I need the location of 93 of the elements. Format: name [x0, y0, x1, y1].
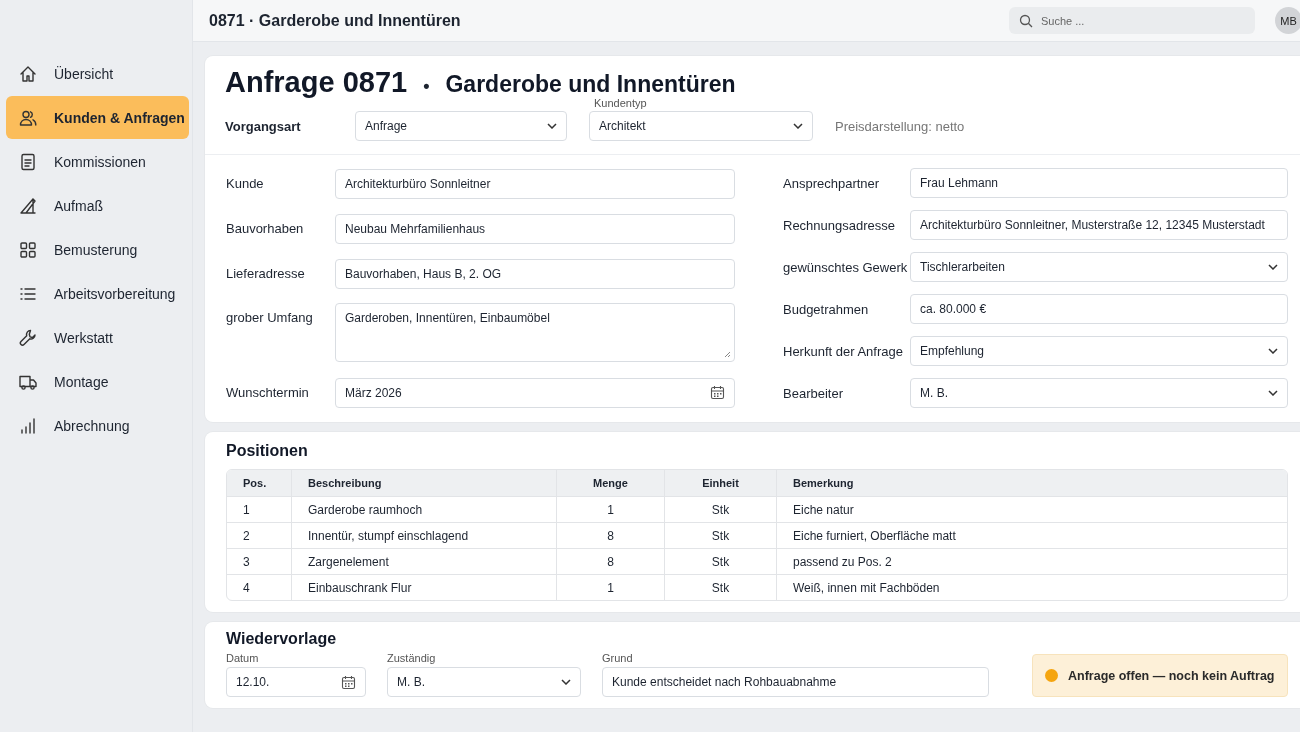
nav-item[interactable]: Abrechnung — [6, 404, 189, 448]
dropdown[interactable]: Empfehlung — [910, 336, 1288, 366]
table-cell: 4 — [227, 574, 291, 600]
table-cell: Garderobe raumhoch — [291, 496, 556, 522]
field-label: Herkunft der Anfrage — [783, 343, 904, 359]
chevron-icon — [1268, 348, 1278, 354]
resize-grip-icon[interactable] — [724, 351, 731, 358]
table-cell: Weiß, innen mit Fachböden — [776, 574, 1287, 600]
search-icon — [1019, 13, 1033, 28]
table-cell: 1 — [556, 496, 664, 522]
input-field[interactable]: Architekturbüro Sonnleitner, Musterstraße 12, 12345 Musterstadt — [910, 210, 1288, 240]
grid-icon — [18, 240, 38, 260]
nav-item[interactable]: Arbeitsvorbereitung — [6, 272, 189, 316]
page-title: 0871 · Garderobe und Innentüren — [209, 11, 462, 30]
column-header: Einheit — [664, 470, 776, 496]
input-field[interactable]: Frau Lehmann — [910, 168, 1288, 198]
field-label: Zuständig — [387, 652, 437, 664]
dropdown[interactable]: M. B. — [910, 378, 1288, 408]
field-label: grober Umfang — [226, 309, 314, 325]
column-header: Menge — [556, 470, 664, 496]
nav-item[interactable]: Aufmaß — [6, 184, 189, 228]
table-cell: Stk — [664, 496, 776, 522]
table-cell: 3 — [227, 548, 291, 574]
input-field[interactable]: Neubau Mehrfamilienhaus — [335, 213, 735, 244]
table-cell: 8 — [556, 522, 664, 548]
calendar-icon — [710, 385, 725, 400]
section-title: Positionen — [226, 442, 309, 460]
table-cell: Zargenelement — [291, 548, 556, 574]
angle-icon — [18, 196, 38, 216]
table-cell: 1 — [227, 496, 291, 522]
chevron-icon — [1268, 390, 1278, 396]
document-icon — [18, 152, 38, 172]
dropdown[interactable]: Tischlerarbeiten — [910, 252, 1288, 282]
date-field[interactable]: 12.10. — [226, 667, 366, 697]
nav-item[interactable]: Kommissionen — [6, 140, 189, 184]
dropdown[interactable]: M. B. — [387, 667, 581, 697]
field-label: Bearbeiter — [783, 385, 844, 401]
table-cell: Eiche natur — [776, 496, 1287, 522]
table-cell: Einbauschrank Flur — [291, 574, 556, 600]
table-cell: Stk — [664, 522, 776, 548]
title-separator: • — [423, 76, 430, 97]
table-cell: Innentür, stumpf einschlagend — [291, 522, 556, 548]
nav-item[interactable]: Werkstatt — [6, 316, 189, 360]
field-label: gewünschtes Gewerk — [783, 259, 909, 275]
table-cell: 8 — [556, 548, 664, 574]
house-icon — [18, 64, 38, 84]
field-label: Datum — [226, 652, 260, 664]
calendar-icon — [341, 674, 356, 690]
table-cell: passend zu Pos. 2 — [776, 548, 1287, 574]
field-label: Budgetrahmen — [783, 301, 870, 317]
chevron-icon — [793, 123, 803, 129]
bar-chart-icon — [18, 416, 38, 436]
search-field[interactable]: Suche ... — [1009, 7, 1255, 34]
status-text: Anfrage offen — noch kein Auftrag — [1068, 668, 1275, 683]
section-title: Wiedervorlage — [226, 630, 338, 648]
date-field[interactable]: März 2026 — [335, 377, 735, 408]
field-label: Kundentyp — [594, 97, 647, 109]
chevron-icon — [1268, 264, 1278, 270]
table-cell: Eiche furniert, Oberfläche matt — [776, 522, 1287, 548]
table-cell: 1 — [556, 574, 664, 600]
field-label: Rechnungsadresse — [783, 217, 897, 233]
field-label: Lieferadresse — [226, 266, 306, 281]
table-cell: Stk — [664, 574, 776, 600]
chevron-icon — [547, 123, 557, 129]
request-subtitle: Garderobe und Innentüren — [445, 71, 736, 98]
field-label: Vorgangsart — [225, 118, 302, 134]
dropdown[interactable]: Architekt — [589, 111, 813, 141]
request-title: Anfrage 0871 — [225, 66, 408, 99]
input-field[interactable]: ca. 80.000 € — [910, 294, 1288, 324]
nav-item[interactable]: Bemusterung — [6, 228, 189, 272]
field-label: Wunschtermin — [226, 385, 310, 400]
nav-item[interactable]: Montage — [6, 360, 189, 404]
text-area[interactable]: Garderoben, Innentüren, Einbaumöbel — [335, 303, 735, 362]
column-header: Bemerkung — [776, 470, 1287, 496]
dropdown[interactable]: Anfrage — [355, 111, 567, 141]
nav-item[interactable]: Übersicht — [6, 52, 189, 96]
field-label: Kunde — [226, 176, 265, 191]
input-field[interactable]: Bauvorhaben, Haus B, 2. OG — [335, 258, 735, 289]
wrench-icon — [18, 328, 38, 348]
user-avatar[interactable]: MB — [1275, 7, 1300, 34]
price-note: Preisdarstellung: netto — [835, 118, 965, 134]
table-cell: Stk — [664, 548, 776, 574]
table-cell: 2 — [227, 522, 291, 548]
input-field[interactable]: Architekturbüro Sonnleitner — [335, 168, 735, 199]
nav-item[interactable]: Kunden & Anfragen — [6, 96, 189, 139]
column-header: Pos. — [227, 470, 291, 496]
status-dot — [1045, 669, 1058, 682]
column-header: Beschreibung — [291, 470, 556, 496]
field-label: Grund — [602, 652, 634, 664]
chevron-icon — [561, 679, 571, 685]
field-label: Bauvorhaben — [226, 221, 305, 236]
field-label: Ansprechpartner — [783, 175, 881, 191]
input-field[interactable]: Kunde entscheidet nach Rohbauabnahme — [602, 667, 989, 697]
